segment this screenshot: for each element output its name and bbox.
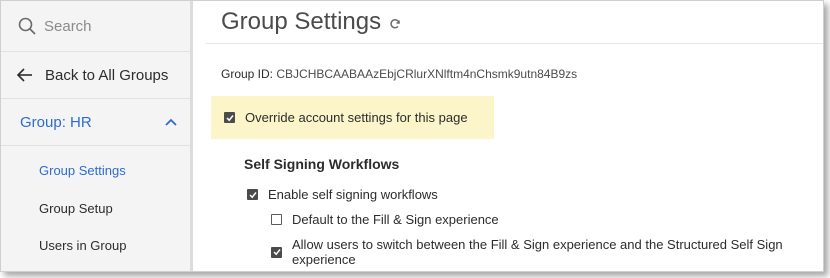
- allow-switch-checkbox[interactable]: [271, 246, 282, 258]
- option-allow-switch: Allow users to switch between the Fill &…: [271, 237, 823, 267]
- back-label: Back to All Groups: [45, 66, 169, 84]
- default-fill-sign-checkbox[interactable]: [271, 214, 282, 225]
- group-sub-nav: Group Settings Group Setup Users in Grou…: [1, 146, 191, 265]
- sidebar-item-label: Group Settings: [39, 163, 126, 179]
- enable-self-signing-checkbox[interactable]: [247, 189, 258, 200]
- page-title: Group Settings: [221, 8, 382, 35]
- checkmark-icon: [248, 191, 257, 198]
- group-hr-toggle[interactable]: Group: HR: [1, 99, 191, 146]
- override-label: Override account settings for this page: [245, 110, 468, 125]
- search-placeholder: Search: [44, 17, 92, 35]
- arrow-left-icon: [17, 68, 32, 82]
- checkmark-icon: [272, 249, 281, 256]
- app-window: Search Back to All Groups Group: HR Grou…: [0, 0, 824, 272]
- search-box[interactable]: Search: [1, 1, 191, 52]
- option-label: Allow users to switch between the Fill &…: [292, 237, 783, 267]
- option-enable-self-signing: Enable self signing workflows: [247, 187, 438, 202]
- title-row: Group Settings: [206, 1, 823, 44]
- option-label: Default to the Fill & Sign experience: [292, 212, 499, 227]
- override-checkbox[interactable]: [224, 112, 235, 123]
- checkmark-icon: [225, 114, 234, 121]
- override-settings-row: Override account settings for this page: [211, 96, 494, 139]
- main-content: Group Settings Group ID: CBJCHBCAABAAzEb…: [206, 1, 823, 271]
- sidebar-item-users-in-group[interactable]: Users in Group: [1, 227, 191, 265]
- option-default-fill-sign: Default to the Fill & Sign experience: [271, 212, 499, 227]
- sidebar-item-label: Users in Group: [39, 238, 127, 254]
- group-id-value: CBJCHBCAABAAzEbjCRlurXNlftm4nChsmk9utn84…: [276, 67, 578, 81]
- sidebar-item-label: Group Setup: [39, 200, 113, 216]
- section-heading: Self Signing Workflows: [244, 156, 400, 172]
- back-to-all-groups-link[interactable]: Back to All Groups: [1, 52, 191, 99]
- refresh-icon[interactable]: [389, 18, 401, 30]
- sidebar-scrollbar[interactable]: [190, 1, 193, 271]
- sidebar: Search Back to All Groups Group: HR Grou…: [1, 1, 192, 271]
- sidebar-item-group-settings[interactable]: Group Settings: [1, 152, 191, 190]
- search-icon: [18, 17, 36, 35]
- sidebar-item-group-setup[interactable]: Group Setup: [1, 190, 191, 228]
- option-label: Enable self signing workflows: [268, 187, 438, 202]
- group-id: Group ID: CBJCHBCAABAAzEbjCRlurXNlftm4nC…: [221, 67, 577, 81]
- group-id-label: Group ID:: [221, 67, 274, 81]
- group-label: Group: HR: [20, 113, 92, 131]
- chevron-up-icon: [165, 118, 177, 126]
